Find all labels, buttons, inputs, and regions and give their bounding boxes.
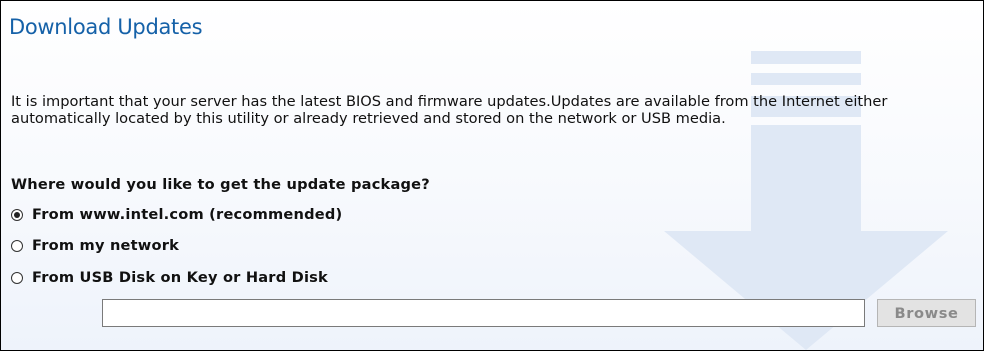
browse-button[interactable]: Browse <box>877 299 976 327</box>
option-intel-website[interactable]: From www.intel.com (recommended) <box>11 206 342 223</box>
option-label: From USB Disk on Key or Hard Disk <box>32 269 328 286</box>
path-input[interactable] <box>102 299 865 327</box>
radio-unselected-icon[interactable] <box>11 271 23 284</box>
radio-selected-icon[interactable] <box>11 208 23 221</box>
option-my-network[interactable]: From my network <box>11 237 179 254</box>
download-updates-panel: Download Updates It is important that yo… <box>0 0 984 351</box>
page-title: Download Updates <box>9 15 203 39</box>
option-usb-disk[interactable]: From USB Disk on Key or Hard Disk <box>11 269 328 286</box>
radio-unselected-icon[interactable] <box>11 239 23 252</box>
option-label: From www.intel.com (recommended) <box>32 206 343 223</box>
source-question: Where would you like to get the update p… <box>11 176 430 193</box>
option-label: From my network <box>32 237 180 254</box>
description-text: It is important that your server has the… <box>11 93 888 127</box>
